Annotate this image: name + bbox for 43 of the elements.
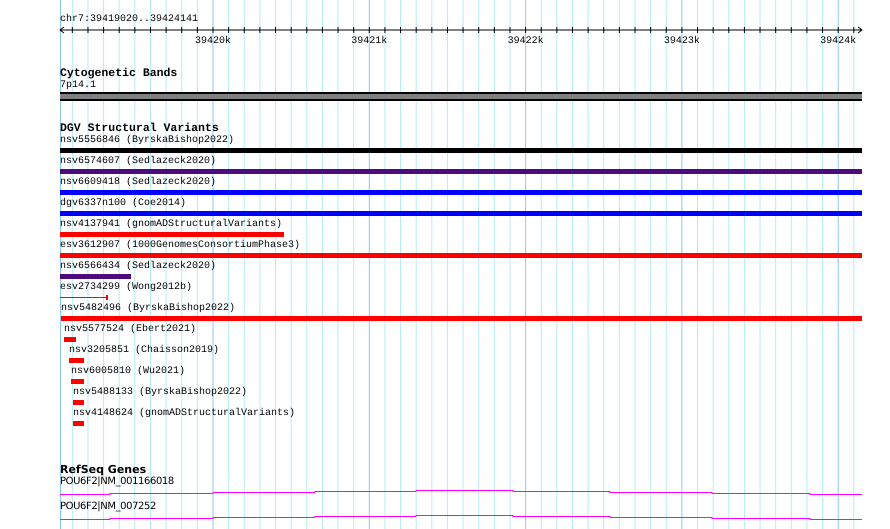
feature-label: dgv6337n100 (Coe2014) bbox=[60, 198, 186, 209]
feature-bar[interactable] bbox=[60, 274, 131, 279]
gene-model-drawing[interactable] bbox=[60, 489, 862, 496]
feature-label: nsv4137941 (gnomADStructuralVariants) bbox=[60, 219, 282, 230]
track-title: DGV Structural Variants bbox=[60, 122, 219, 135]
feature-bar[interactable] bbox=[71, 379, 84, 384]
feature-label: esv3612907 (1000GenomesConsortiumPhase3) bbox=[60, 240, 300, 251]
gene-label: POU6F2|NM_007252 bbox=[60, 501, 156, 512]
feature-bar[interactable] bbox=[69, 358, 84, 363]
band-label: 7p14.1 bbox=[60, 80, 96, 91]
feature-label: nsv5577524 (Ebert2021) bbox=[64, 324, 196, 335]
feature-label: nsv4148624 (gnomADStructuralVariants) bbox=[73, 408, 296, 419]
feature-label: nsv6005810 (Wu2021) bbox=[71, 366, 186, 377]
feature-label: nsv5482496 (ByrskaBishop2022) bbox=[61, 303, 236, 314]
feature-label: nsv6609418 (Sedlazeck2020) bbox=[60, 177, 216, 188]
feature-label: esv2734299 (Wong2012b) bbox=[60, 282, 192, 293]
ruler-tick-label: 39421k bbox=[351, 36, 388, 47]
region-label: chr7:39419020..39424141 bbox=[60, 14, 198, 25]
cytoband-bar[interactable] bbox=[60, 92, 862, 101]
feature-bar[interactable] bbox=[60, 190, 862, 195]
ruler-tick-label: 39423k bbox=[664, 36, 700, 47]
feature-line[interactable] bbox=[60, 295, 108, 300]
feature-label: nsv6574607 (Sedlazeck2020) bbox=[60, 156, 216, 167]
feature-label: nsv6566434 (Sedlazeck2020) bbox=[60, 261, 216, 272]
feature-bar[interactable] bbox=[60, 232, 284, 237]
feature-label: nsv3205851 (Chaisson2019) bbox=[69, 345, 220, 356]
feature-bar[interactable] bbox=[60, 169, 862, 174]
feature-bar[interactable] bbox=[60, 211, 862, 216]
feature-bar[interactable] bbox=[61, 316, 862, 321]
feature-bar[interactable] bbox=[60, 148, 862, 153]
track-title: Cytogenetic Bands bbox=[60, 67, 178, 80]
feature-label: nsv5488133 (ByrskaBishop2022) bbox=[73, 387, 248, 398]
ruler-tick-label: 39422k bbox=[508, 36, 544, 47]
feature-bar[interactable] bbox=[64, 337, 76, 342]
gene-model-drawing[interactable] bbox=[60, 514, 862, 521]
track-title: RefSeq Genes bbox=[60, 463, 146, 476]
ruler-tick-label: 39424k bbox=[820, 36, 856, 47]
ruler-tick-label: 39420k bbox=[195, 36, 231, 47]
feature-bar[interactable] bbox=[73, 421, 84, 426]
gene-label: POU6F2|NM_001166018 bbox=[60, 476, 174, 487]
feature-bar[interactable] bbox=[73, 400, 84, 405]
feature-label: nsv5556846 (ByrskaBishop2022) bbox=[60, 135, 234, 146]
feature-bar[interactable] bbox=[60, 253, 862, 258]
